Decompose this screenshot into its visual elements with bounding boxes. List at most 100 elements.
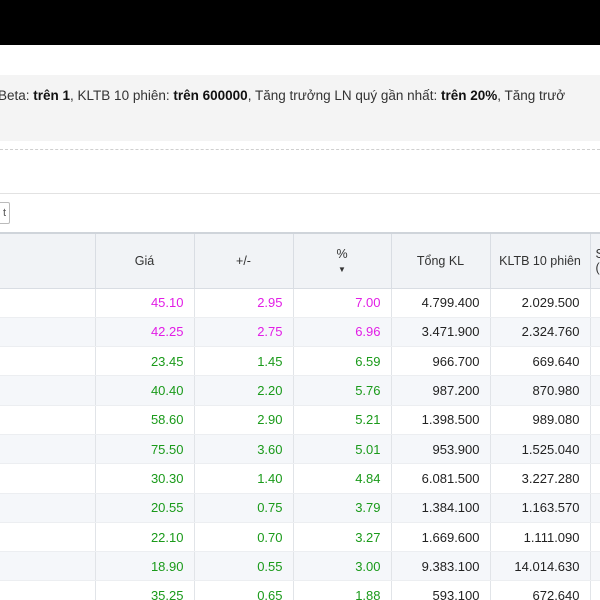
column-header-total-volume[interactable]: Tổng KL (391, 232, 491, 289)
cell-symbol (0, 551, 96, 582)
column-header-percent[interactable]: % ▼ (293, 232, 392, 289)
cell-clipped (590, 346, 600, 377)
cell-avg-volume-10: 672.640 (490, 580, 591, 600)
cell-avg-volume-10: 2.324.760 (490, 317, 591, 348)
filter-label: Beta: (0, 88, 34, 103)
cell-percent: 6.96 (293, 317, 392, 348)
cell-price: 58.60 (95, 405, 195, 435)
cell-total-volume: 1.384.100 (391, 493, 491, 523)
cell-percent: 1.88 (293, 580, 392, 600)
cell-price: 20.55 (95, 493, 195, 523)
cell-symbol (0, 346, 96, 377)
cell-avg-volume-10: 870.980 (490, 375, 591, 406)
table-row[interactable]: 75.50 3.60 5.01 953.900 1.525.040 (0, 434, 600, 465)
cell-change: 1.45 (194, 346, 294, 377)
cell-symbol (0, 522, 96, 553)
cell-avg-volume-10: 989.080 (490, 405, 591, 435)
filter-value: trên 1 (33, 88, 71, 103)
filter-label: , Tăng trưở (497, 88, 566, 103)
cell-clipped (590, 434, 600, 465)
table-row[interactable]: 40.40 2.20 5.76 987.200 870.980 (0, 375, 600, 406)
cell-percent: 4.84 (293, 463, 392, 494)
cell-avg-volume-10: 669.640 (490, 346, 591, 377)
cell-symbol (0, 375, 96, 406)
cell-symbol (0, 288, 96, 318)
cell-clipped (590, 580, 600, 600)
cell-percent: 3.27 (293, 522, 392, 553)
cell-percent: 6.59 (293, 346, 392, 377)
cell-change: 2.75 (194, 317, 294, 348)
cell-avg-volume-10: 3.227.280 (490, 463, 591, 494)
cell-change: 2.20 (194, 375, 294, 406)
cell-clipped (590, 375, 600, 406)
table-row[interactable]: 23.45 1.45 6.59 966.700 669.640 (0, 346, 600, 377)
cell-price: 40.40 (95, 375, 195, 406)
table-row[interactable]: 35.25 0.65 1.88 593.100 672.640 (0, 580, 600, 600)
table-row[interactable]: 42.25 2.75 6.96 3.471.900 2.324.760 (0, 317, 600, 348)
table-row[interactable]: 22.10 0.70 3.27 1.669.600 1.111.090 (0, 522, 600, 553)
cell-price: 42.25 (95, 317, 195, 348)
cell-change: 0.65 (194, 580, 294, 600)
cell-total-volume: 1.669.600 (391, 522, 491, 553)
cell-price: 45.10 (95, 288, 195, 318)
section-divider (0, 149, 600, 150)
cell-symbol (0, 463, 96, 494)
cell-symbol (0, 317, 96, 348)
cell-change: 2.90 (194, 405, 294, 435)
column-header-clipped[interactable]: S( (590, 232, 600, 289)
cell-total-volume: 953.900 (391, 434, 491, 465)
cell-total-volume: 9.383.100 (391, 551, 491, 582)
cell-percent: 7.00 (293, 288, 392, 318)
filter-summary-text: Beta: trên 1, KLTB 10 phiên: trên 600000… (0, 88, 565, 103)
top-bar (0, 0, 600, 45)
cell-percent: 5.76 (293, 375, 392, 406)
cell-percent: 5.01 (293, 434, 392, 465)
cell-change: 0.55 (194, 551, 294, 582)
cell-total-volume: 3.471.900 (391, 317, 491, 348)
results-table: Giá +/- %▼ Tổng KL KLTB 10 phiên S( 45.1… (0, 232, 600, 600)
cell-clipped (590, 551, 600, 582)
cell-clipped (590, 463, 600, 494)
cell-avg-volume-10: 2.029.500 (490, 288, 591, 318)
table-row[interactable]: 30.30 1.40 4.84 6.081.500 3.227.280 (0, 463, 600, 494)
cell-change: 0.75 (194, 493, 294, 523)
cell-symbol (0, 434, 96, 465)
table-row[interactable]: 58.60 2.90 5.21 1.398.500 989.080 (0, 405, 600, 435)
results-table-wrap: Giá +/- %▼ Tổng KL KLTB 10 phiên S( 45.1… (0, 232, 600, 600)
cell-avg-volume-10: 1.111.090 (490, 522, 591, 553)
toolbar-divider (0, 193, 600, 194)
table-row[interactable]: 20.55 0.75 3.79 1.384.100 1.163.570 (0, 493, 600, 523)
column-header-price[interactable]: Giá (95, 232, 195, 289)
filter-value: trên 20% (440, 88, 498, 103)
filter-label: , KLTB 10 phiên: (70, 88, 174, 103)
cell-total-volume: 1.398.500 (391, 405, 491, 435)
cell-avg-volume-10: 1.525.040 (490, 434, 591, 465)
cell-price: 23.45 (95, 346, 195, 377)
cell-percent: 3.00 (293, 551, 392, 582)
cell-change: 2.95 (194, 288, 294, 318)
filter-label: , Tăng trưởng LN quý gần nhất: (247, 88, 441, 103)
table-row[interactable]: 18.90 0.55 3.00 9.383.100 14.014.630 (0, 551, 600, 582)
cell-percent: 5.21 (293, 405, 392, 435)
cell-symbol (0, 405, 96, 435)
cell-symbol (0, 580, 96, 600)
cell-price: 35.25 (95, 580, 195, 600)
cell-percent: 3.79 (293, 493, 392, 523)
cell-clipped (590, 405, 600, 435)
cell-total-volume: 4.799.400 (391, 288, 491, 318)
cell-change: 0.70 (194, 522, 294, 553)
column-header-avg-volume-10[interactable]: KLTB 10 phiên (490, 232, 591, 289)
table-header-row: Giá +/- %▼ Tổng KL KLTB 10 phiên S( (0, 232, 600, 289)
table-row[interactable]: 45.10 2.95 7.00 4.799.400 2.029.500 (0, 288, 600, 318)
cell-clipped (590, 522, 600, 553)
cell-clipped (590, 493, 600, 523)
cell-price: 30.30 (95, 463, 195, 494)
cell-total-volume: 6.081.500 (391, 463, 491, 494)
column-header-change[interactable]: +/- (194, 232, 294, 289)
cell-change: 3.60 (194, 434, 294, 465)
cell-total-volume: 966.700 (391, 346, 491, 377)
filter-summary: Beta: trên 1, KLTB 10 phiên: trên 600000… (0, 75, 600, 141)
column-header-symbol[interactable] (0, 232, 96, 289)
cell-symbol (0, 493, 96, 523)
toolbar-button[interactable]: t (0, 202, 10, 224)
